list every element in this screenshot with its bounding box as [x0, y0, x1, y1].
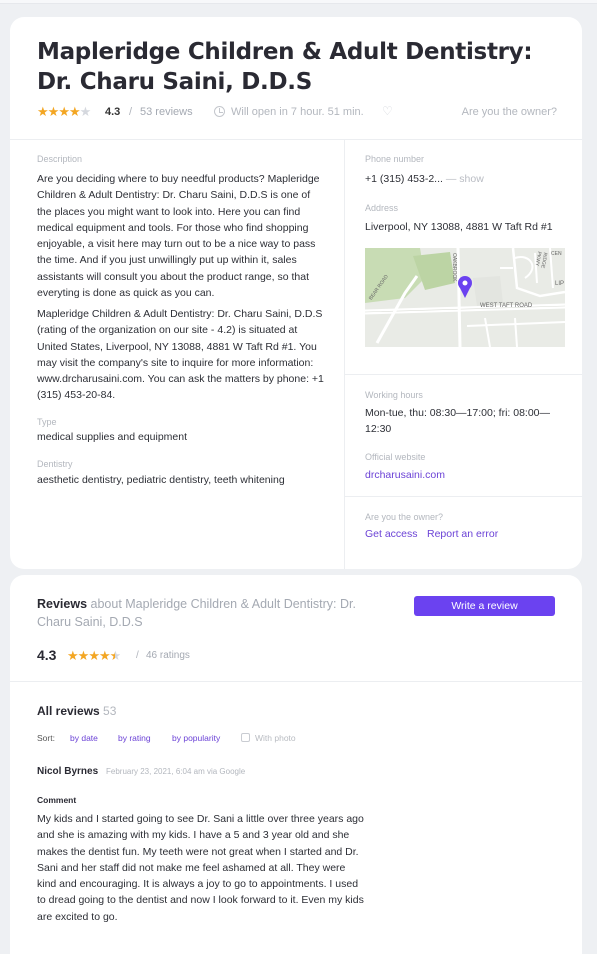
description-paragraph-1: Are you deciding where to buy needful pr… [37, 173, 320, 300]
all-reviews-heading: All reviews 53 [37, 704, 116, 718]
map-road-label: WEST TAFT ROAD [480, 303, 533, 309]
top-border [0, 0, 597, 4]
sort-by-date[interactable]: by date [70, 733, 98, 743]
reviews-stars: ★★★★★ [67, 648, 122, 663]
star-icon: ★ [88, 648, 100, 663]
heart-icon[interactable]: ♡ [382, 104, 393, 118]
hours-value: Mon-tue, thu: 08:30—17:00; fri: 08:00—12… [365, 407, 551, 436]
star-icon: ★ [37, 104, 49, 119]
ratings-separator: / [136, 650, 139, 661]
description-paragraph-2: Mapleridge Children & Adult Dentistry: D… [37, 308, 324, 402]
ratings-count: 46 ratings [146, 650, 190, 661]
report-error-link[interactable]: Report an error [427, 528, 498, 540]
with-photo-checkbox[interactable] [241, 733, 250, 742]
clock-icon [214, 106, 225, 117]
star-icon: ★ [47, 104, 60, 119]
get-access-link[interactable]: Get access [365, 528, 418, 540]
reviews-heading: Reviews about Mapleridge Children & Adul… [37, 595, 367, 631]
divider [345, 496, 582, 497]
review-date: February 23, 2021, 6:04 am via Google [106, 767, 246, 776]
rating-stars: ★★★★★ [37, 104, 92, 119]
divider [10, 681, 582, 682]
open-status: Will open in 7 hour. 51 min. [231, 106, 364, 118]
address-label: Address [365, 203, 399, 213]
all-reviews-label: All reviews [37, 704, 100, 718]
sort-by-rating[interactable]: by rating [118, 733, 151, 743]
phone-value: +1 (315) 453-2... — show [365, 171, 570, 187]
star-icon: ★ [77, 648, 90, 663]
map-road-label: LIP [555, 281, 565, 287]
type-label: Type [37, 417, 57, 427]
star-icon: ★ [98, 648, 111, 663]
show-phone-link[interactable]: — show [443, 173, 484, 185]
address-value: Liverpool, NY 13088, 4881 W Taft Rd #1 [365, 221, 553, 233]
write-review-button[interactable]: Write a review [414, 596, 555, 616]
rating-separator: / [129, 106, 133, 118]
reviews-card: Reviews about Mapleridge Children & Adul… [10, 575, 582, 954]
sort-by-popularity[interactable]: by popularity [172, 733, 220, 743]
comment-label: Comment [37, 795, 77, 805]
owner-label: Are you the owner? [365, 512, 444, 522]
type-value: medical supplies and equipment [37, 431, 188, 443]
star-icon: ★ [58, 104, 70, 119]
reviews-title: Reviews [37, 597, 88, 611]
rating-value: 4.3 [105, 106, 121, 118]
website-link[interactable]: drcharusaini.com [365, 467, 570, 483]
divider [345, 374, 582, 375]
website-label: Official website [365, 452, 426, 462]
sort-label: Sort: [37, 733, 55, 743]
map-road-label: CEN [551, 251, 562, 257]
all-reviews-count: 53 [103, 704, 117, 718]
hours-label: Working hours [365, 390, 423, 400]
star-half-icon: ★ [109, 648, 122, 663]
reviews-count-link[interactable]: 53 reviews [140, 106, 193, 118]
page-title: Mapleridge Children & Adult Dentistry: D… [37, 39, 533, 95]
map-road-label: OAKBROOK [451, 253, 457, 282]
phone-label: Phone number [365, 154, 425, 164]
review-comment: My kids and I started going to see Dr. S… [37, 813, 364, 923]
location-map[interactable]: WEST TAFT ROAD BEAR ROAD OAKBROOK LIP RI… [365, 248, 565, 347]
review-author: Nicol Byrnes [37, 766, 99, 777]
business-card: Mapleridge Children & Adult Dentistry: D… [10, 17, 582, 569]
star-empty-icon: ★ [79, 104, 92, 119]
star-icon: ★ [67, 648, 79, 663]
category-value: aesthetic dentistry, pediatric dentistry… [37, 474, 285, 486]
reviews-score: 4.3 [37, 647, 57, 663]
divider [10, 139, 582, 140]
category-label: Dentistry [37, 459, 73, 469]
owner-question-link[interactable]: Are you the owner? [462, 106, 557, 118]
with-photo-label[interactable]: With photo [255, 733, 296, 743]
business-meta: ★★★★★ 4.3 / 53 reviews Will open in 7 ho… [37, 104, 557, 121]
phone-number: +1 (315) 453-2... [365, 173, 443, 185]
star-icon: ★ [68, 104, 81, 119]
column-divider [344, 140, 345, 569]
description-label: Description [37, 154, 83, 164]
